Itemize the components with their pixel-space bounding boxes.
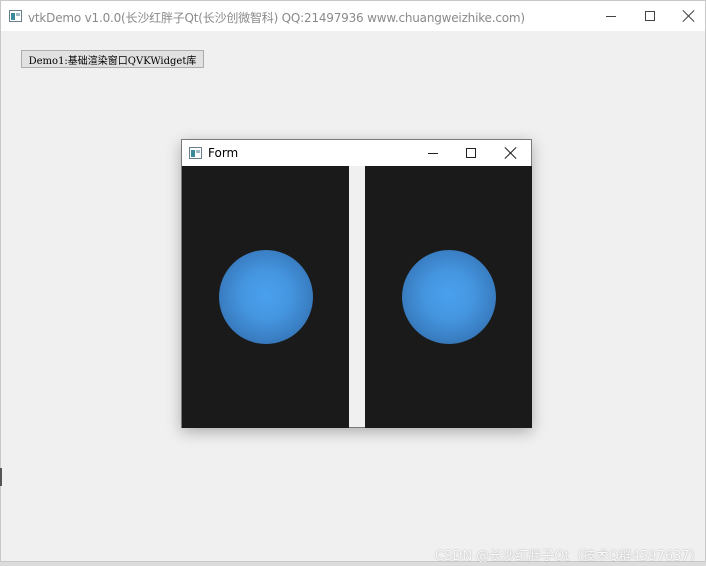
close-button[interactable] [669,1,706,31]
demo1-button[interactable]: Demo1:基础渲染窗口QVKWidget库 [21,50,204,68]
left-edge-marker [0,468,2,486]
vtk-render-view-right[interactable] [365,166,532,428]
sphere-left [218,250,313,344]
bottom-edge [0,562,706,566]
form-titlebar[interactable]: Form [182,140,531,166]
minimize-icon [428,152,438,154]
window-title: vtkDemo v1.0.0(长沙红胖子Qt(长沙创微智科) QQ:214979… [28,11,525,25]
main-window: vtkDemo v1.0.0(长沙红胖子Qt(长沙创微智科) QQ:214979… [0,0,706,564]
form-maximize-button[interactable] [452,140,490,166]
form-app-icon [189,147,202,159]
app-icon [9,10,22,22]
maximize-icon [645,11,655,21]
vtk-render-view-left[interactable] [182,166,349,428]
close-icon [683,10,695,22]
form-title: Form [208,146,239,160]
sphere-right [401,250,496,344]
maximize-icon [466,148,476,158]
close-icon [505,147,517,159]
maximize-button[interactable] [630,1,670,31]
minimize-icon [606,15,616,17]
form-minimize-button[interactable] [414,140,452,166]
minimize-button-main[interactable] [591,1,631,31]
form-close-button[interactable] [492,140,530,166]
form-window: Form [181,139,532,428]
